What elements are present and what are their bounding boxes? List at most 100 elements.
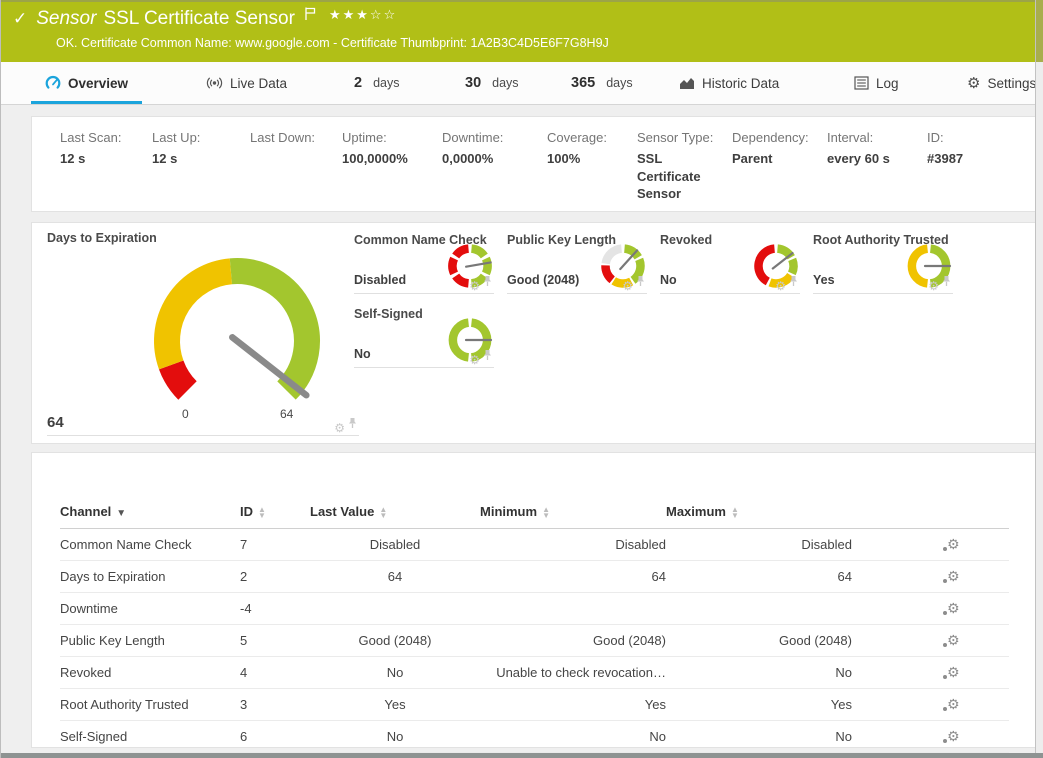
channel-minimum: Good (2048) <box>480 625 666 657</box>
info-value: 100% <box>547 150 619 168</box>
gauge-value: 64 <box>47 414 64 431</box>
tab-label: days <box>492 76 518 90</box>
prtg-sensor-window: ✓ Sensor SSL Certificate Sensor ★★★☆☆ OK… <box>0 0 1043 758</box>
channel-minimum: Yes <box>480 689 666 721</box>
channel-name[interactable]: Self-Signed <box>60 721 240 753</box>
info-value: 100,0000% <box>342 150 414 168</box>
channel-minimum: No <box>480 721 666 753</box>
info-value: Parent <box>732 150 804 168</box>
gauge-days-to-expiration[interactable]: Days to Expiration 0 64 64 ⚙ <box>47 231 359 436</box>
tab-live-data[interactable]: Live Data <box>206 62 287 104</box>
channel-name[interactable]: Common Name Check <box>60 529 240 561</box>
gauge-settings-icon[interactable]: ⚙ <box>469 354 480 366</box>
column-header-last-value[interactable]: Last Value▲▼ <box>310 498 480 529</box>
info-value: #3987 <box>927 150 963 168</box>
gauge-settings-icon[interactable]: ⚙ <box>775 280 786 292</box>
channel-name[interactable]: Root Authority Trusted <box>60 689 240 721</box>
channel-settings-icon[interactable]: ⚙ <box>947 601 960 615</box>
table-row: Revoked 4 No Unable to check revocation…… <box>60 657 1009 689</box>
tab-bar: Overview Live Data 2 days 30 days 365 da… <box>1 62 1043 105</box>
gauge-title: Days to Expiration <box>47 231 359 245</box>
gauge-revoked[interactable]: Revoked No ⚙ <box>660 233 800 294</box>
tab-label: days <box>606 76 632 90</box>
flag-icon[interactable] <box>304 6 317 26</box>
channel-maximum: No <box>666 721 852 753</box>
tab-overview[interactable]: Overview <box>31 62 142 104</box>
table-header-row: Channel▼ ID▲▼ Last Value▲▼ Minimum▲▼ Max… <box>60 498 1009 529</box>
tab-log[interactable]: Log <box>854 62 899 104</box>
info-label: Downtime: <box>442 130 547 145</box>
gauge-value: Yes <box>813 273 835 287</box>
gauge-public-key-length[interactable]: Public Key Length Good (2048) ⚙ <box>507 233 647 294</box>
table-row: Downtime -4 ⚙ <box>60 593 1009 625</box>
gauge-value: Good (2048) <box>507 273 579 287</box>
gauge-title: Self-Signed <box>354 307 423 321</box>
tab-label: Historic Data <box>702 76 779 91</box>
gauge-settings-icon[interactable]: ⚙ <box>928 280 939 292</box>
gauge-title: Revoked <box>660 233 712 247</box>
column-header-minimum[interactable]: Minimum▲▼ <box>480 498 666 529</box>
channel-minimum: Disabled <box>480 529 666 561</box>
gauge-common-name-check[interactable]: Common Name Check Disabled ⚙ <box>354 233 494 294</box>
table-row: Days to Expiration 2 64 64 64 ⚙ <box>60 561 1009 593</box>
pin-icon[interactable] <box>348 416 357 434</box>
channel-name[interactable]: Revoked <box>60 657 240 689</box>
channel-id: 6 <box>240 721 310 753</box>
tab-label: days <box>373 76 399 90</box>
channel-maximum: Good (2048) <box>666 625 852 657</box>
broadcast-icon <box>206 76 223 90</box>
gauge-value: Disabled <box>354 273 406 287</box>
area-chart-icon <box>679 76 695 90</box>
right-gutter <box>1035 0 1043 758</box>
tab-2-days[interactable]: 2 days <box>354 62 399 104</box>
column-header-maximum[interactable]: Maximum▲▼ <box>666 498 852 529</box>
channel-table-panel: Channel▼ ID▲▼ Last Value▲▼ Minimum▲▼ Max… <box>31 452 1036 748</box>
channel-settings-icon[interactable]: ⚙ <box>947 633 960 647</box>
column-header-channel[interactable]: Channel▼ <box>60 498 240 529</box>
pin-icon[interactable] <box>636 274 645 292</box>
gauge-self-signed[interactable]: Self-Signed No ⚙ <box>354 307 494 368</box>
pin-icon[interactable] <box>789 274 798 292</box>
channel-settings-icon[interactable]: ⚙ <box>947 537 960 551</box>
gauge-value: No <box>354 347 371 361</box>
channel-name[interactable]: Days to Expiration <box>60 561 240 593</box>
gauge-scale-max: 64 <box>280 407 293 421</box>
channel-name[interactable]: Downtime <box>60 593 240 625</box>
tab-365-days[interactable]: 365 days <box>571 62 633 104</box>
tab-historic-data[interactable]: Historic Data <box>679 62 779 104</box>
sort-both-icon: ▲▼ <box>258 507 266 519</box>
log-list-icon <box>854 76 869 90</box>
gauge-root-authority-trusted[interactable]: Root Authority Trusted Yes ⚙ <box>813 233 953 294</box>
gauge-settings-icon[interactable]: ⚙ <box>334 422 345 434</box>
table-row: Public Key Length 5 Good (2048) Good (20… <box>60 625 1009 657</box>
tab-label: Overview <box>68 76 128 91</box>
tab-settings[interactable]: ⚙ Settings <box>967 62 1036 104</box>
column-header-id[interactable]: ID▲▼ <box>240 498 310 529</box>
channel-name[interactable]: Public Key Length <box>60 625 240 657</box>
sensor-header: ✓ Sensor SSL Certificate Sensor ★★★☆☆ OK… <box>1 0 1043 62</box>
gauge-settings-icon[interactable]: ⚙ <box>622 280 633 292</box>
window-bottom-edge <box>1 753 1043 758</box>
table-row: Root Authority Trusted 3 Yes Yes Yes ⚙ <box>60 689 1009 721</box>
channel-minimum: 64 <box>480 561 666 593</box>
pin-icon[interactable] <box>483 274 492 292</box>
gauge-arc <box>142 249 332 434</box>
channel-last-value: Good (2048) <box>310 625 480 657</box>
sort-both-icon: ▲▼ <box>379 507 387 519</box>
gauge-scale-min: 0 <box>182 407 189 421</box>
channel-id: -4 <box>240 593 310 625</box>
gauges-panel: Days to Expiration 0 64 64 ⚙ Common Name… <box>31 222 1036 444</box>
tab-30-days[interactable]: 30 days <box>465 62 519 104</box>
sensor-info-bar: Last Scan:12 s Last Up:12 s Last Down: U… <box>31 116 1036 212</box>
channel-settings-icon[interactable]: ⚙ <box>947 729 960 743</box>
gauge-settings-icon[interactable]: ⚙ <box>469 280 480 292</box>
priority-stars[interactable]: ★★★☆☆ <box>329 7 397 23</box>
tab-label: Live Data <box>230 76 287 91</box>
channel-settings-icon[interactable]: ⚙ <box>947 665 960 679</box>
pin-icon[interactable] <box>483 348 492 366</box>
channel-settings-icon[interactable]: ⚙ <box>947 569 960 583</box>
pin-icon[interactable] <box>942 274 951 292</box>
channel-settings-icon[interactable]: ⚙ <box>947 697 960 711</box>
channel-id: 5 <box>240 625 310 657</box>
channel-id: 7 <box>240 529 310 561</box>
